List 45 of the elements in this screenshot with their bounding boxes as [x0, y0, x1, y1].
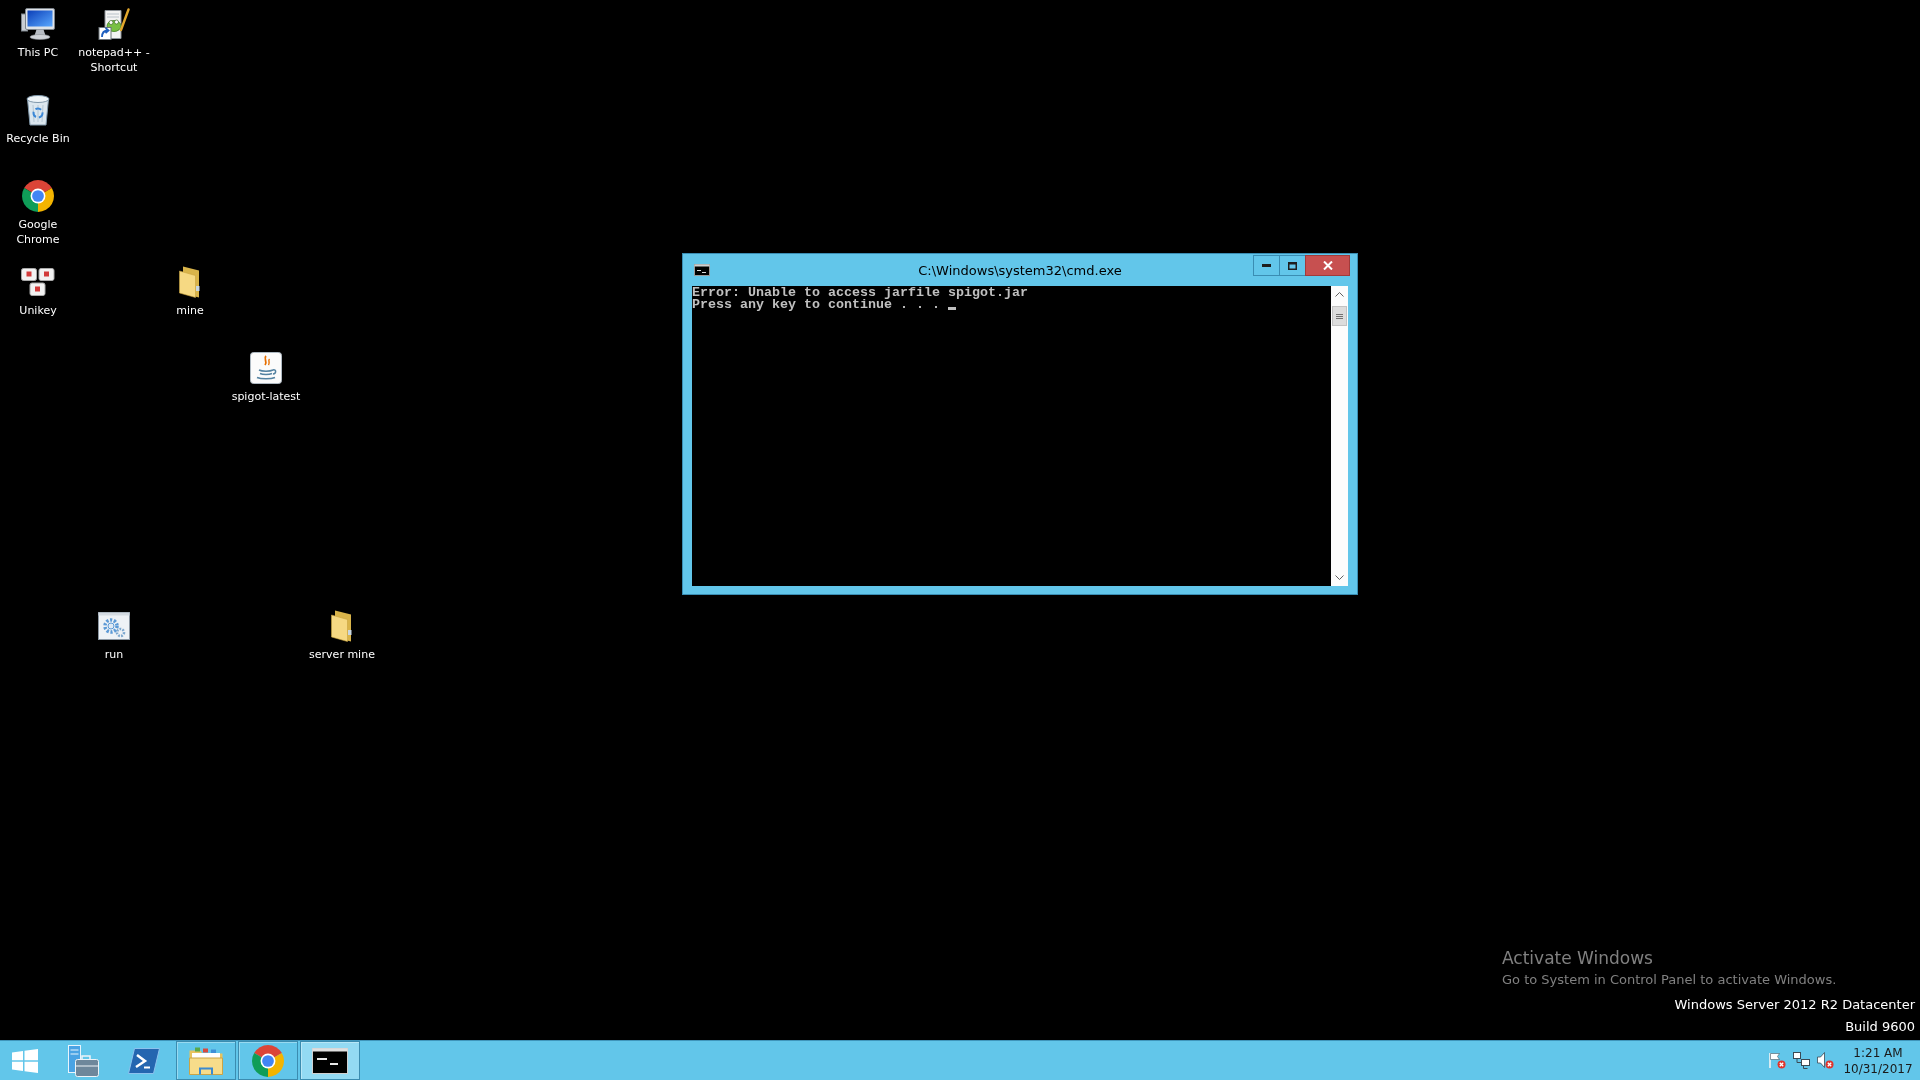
chevron-up-icon [1335, 292, 1344, 297]
edition-name: Windows Server 2012 R2 Datacenter [1674, 996, 1915, 1014]
console-icon[interactable] [312, 1047, 348, 1074]
activation-title: Activate Windows [1502, 947, 1653, 969]
build-number: Build 9600 [1845, 1018, 1915, 1036]
flag-alert-icon[interactable] [1768, 1052, 1786, 1069]
icon-label[interactable]: Google Chrome [1, 217, 75, 247]
console-line: Press any key to continue . . . [692, 299, 940, 311]
icon-label[interactable]: run [104, 647, 124, 662]
gears-icon[interactable] [98, 612, 130, 640]
trash-bin-icon[interactable] [26, 94, 50, 126]
console-icon [694, 264, 710, 276]
clock-time[interactable]: 1:21 AM [1853, 1044, 1903, 1061]
icon-label[interactable]: mine [176, 303, 204, 318]
icon-label[interactable]: notepad++ - Shortcut [77, 45, 151, 75]
maximize-icon [1288, 261, 1297, 270]
grip-icon [1336, 313, 1343, 319]
icon-label[interactable]: spigot-latest [231, 389, 301, 404]
monitor-icon[interactable] [21, 8, 55, 40]
minimize-button[interactable] [1253, 255, 1280, 276]
close-icon [1322, 261, 1333, 270]
minimize-icon [1262, 264, 1271, 267]
speaker-x-icon[interactable] [1817, 1052, 1834, 1069]
notepad-icon[interactable] [98, 8, 130, 40]
icon-label[interactable]: This PC [17, 45, 59, 60]
coffee-cup-icon[interactable] [250, 352, 282, 384]
close-button[interactable] [1305, 255, 1350, 276]
maximize-button[interactable] [1279, 255, 1306, 276]
icon-label[interactable]: server mine [309, 647, 375, 662]
console-line: Error: Unable to access jarfile spigot.jar [692, 287, 1028, 299]
folder-icon[interactable] [331, 610, 353, 642]
icon-label[interactable]: Unikey [19, 303, 57, 318]
activation-message: Go to System in Control Panel to activate Windows. [1502, 971, 1837, 989]
terminal-chevron-icon[interactable] [128, 1047, 160, 1074]
scrollbar-thumb[interactable] [1332, 306, 1347, 326]
server-toolbox-icon[interactable] [65, 1044, 99, 1077]
chevron-down-icon [1335, 575, 1344, 580]
network-icon[interactable] [1793, 1052, 1810, 1069]
folder-icon[interactable] [179, 266, 201, 298]
window-title: C:\Windows\system32\cmd.exe [918, 262, 1122, 278]
keyboard-keys-icon[interactable] [21, 268, 55, 296]
clock-date[interactable]: 10/31/2017 [1843, 1060, 1913, 1077]
icon-label[interactable]: Recycle Bin [6, 131, 70, 146]
chrome-logo-icon[interactable] [22, 180, 54, 212]
taskbar-button[interactable] [300, 1041, 360, 1080]
